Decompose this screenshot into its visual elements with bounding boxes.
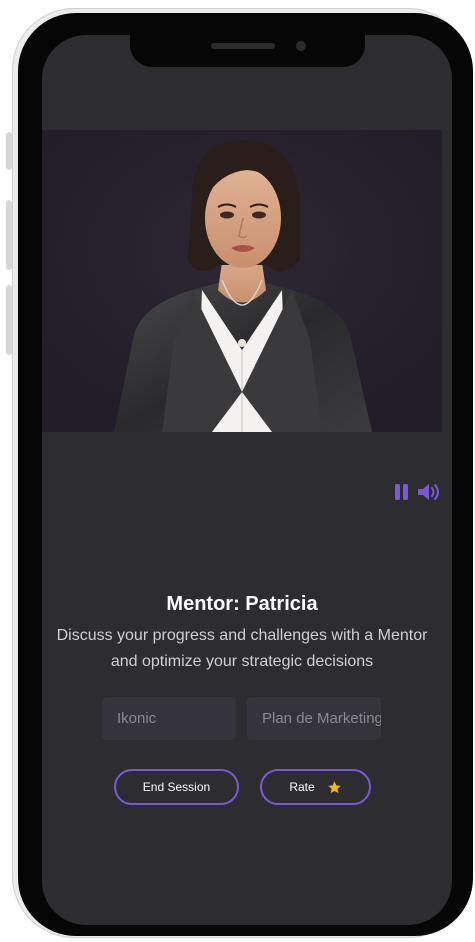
rate-button[interactable]: Rate — [260, 769, 371, 805]
company-field[interactable]: Ikonic — [102, 697, 236, 740]
mentor-title: Mentor: Patricia — [166, 593, 318, 615]
mentor-avatar-video — [42, 130, 442, 432]
front-camera — [296, 41, 306, 51]
pause-icon[interactable] — [393, 483, 411, 501]
end-session-button[interactable]: End Session — [114, 769, 239, 805]
rate-label: Rate — [289, 780, 315, 794]
mentor-description: Discuss your progress and challenges wit… — [56, 627, 428, 670]
media-controls — [393, 483, 443, 501]
volume-icon[interactable] — [417, 483, 443, 501]
star-icon — [327, 780, 342, 795]
end-session-label: End Session — [142, 780, 211, 794]
plan-field[interactable]: Plan de Marketing — [247, 697, 381, 740]
mentor-portrait — [42, 130, 442, 432]
speaker-grille — [211, 43, 275, 49]
notch — [130, 35, 365, 67]
